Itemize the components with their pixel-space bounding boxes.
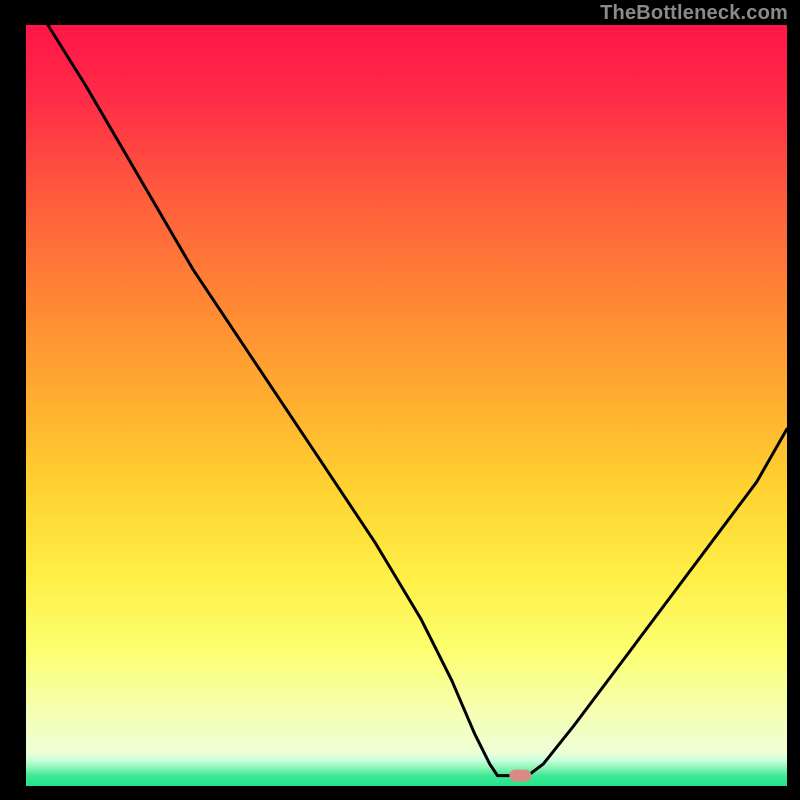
- watermark-text: TheBottleneck.com: [600, 2, 788, 25]
- optimal-marker: [509, 770, 531, 782]
- chart-container: TheBottleneck.com: [0, 0, 800, 800]
- bottleneck-chart: [0, 0, 800, 800]
- plot-background: [25, 25, 787, 787]
